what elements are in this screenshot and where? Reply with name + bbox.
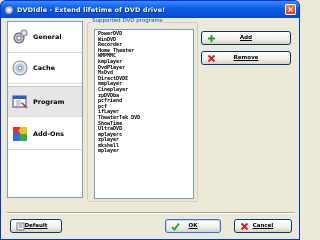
sidebar-item-add-ons[interactable]: Add-Ons (8, 119, 82, 150)
list-item[interactable]: mplayer (98, 149, 190, 155)
footer-divider (7, 212, 295, 214)
sidebar-item-label: General (33, 33, 62, 41)
sidebar-item-label: Cache (33, 64, 56, 72)
add-button-label: Add (239, 35, 253, 41)
default-button[interactable]: Default (10, 219, 62, 233)
default-icon (16, 222, 25, 231)
sidebar-item-label: Add-Ons (33, 130, 65, 138)
close-button[interactable]: × (285, 4, 296, 15)
plus-icon (207, 34, 216, 43)
sidebar-item-general[interactable]: General (8, 22, 82, 53)
window-title: DVDIdle - Extend lifetime of DVD drive! (17, 5, 166, 14)
remove-button[interactable]: Remove (201, 51, 291, 65)
cancel-x-icon (240, 222, 249, 231)
sidebar-item-label: Program (33, 97, 65, 106)
gear-icon (12, 29, 28, 45)
program-list[interactable]: PowerDVD WinDVD Recorder Home Theater WM… (94, 29, 194, 199)
title-bar[interactable]: DVDIdle - Extend lifetime of DVD drive! … (1, 1, 299, 18)
category-sidebar: General Cache Program Add-Ons (7, 21, 83, 198)
program-window-icon (12, 94, 28, 110)
default-button-label: Default (24, 223, 48, 229)
dvd-disc-icon (4, 4, 14, 15)
group-label: Supported DVD programs (91, 18, 164, 24)
checkmark-icon (171, 222, 180, 231)
disc-icon (12, 60, 28, 76)
sidebar-item-program[interactable]: Program (8, 86, 82, 117)
ok-button[interactable]: OK (165, 219, 221, 233)
cancel-button[interactable]: Cancel (234, 219, 292, 233)
add-button[interactable]: Add (201, 31, 291, 45)
remove-button-label: Remove (233, 55, 259, 61)
remove-x-icon (207, 54, 216, 63)
ok-button-label: OK (188, 223, 198, 229)
puzzle-icon (12, 126, 28, 142)
sidebar-item-cache[interactable]: Cache (8, 53, 82, 84)
dialog-window: DVDIdle - Extend lifetime of DVD drive! … (0, 0, 300, 240)
cancel-button-label: Cancel (252, 223, 274, 229)
